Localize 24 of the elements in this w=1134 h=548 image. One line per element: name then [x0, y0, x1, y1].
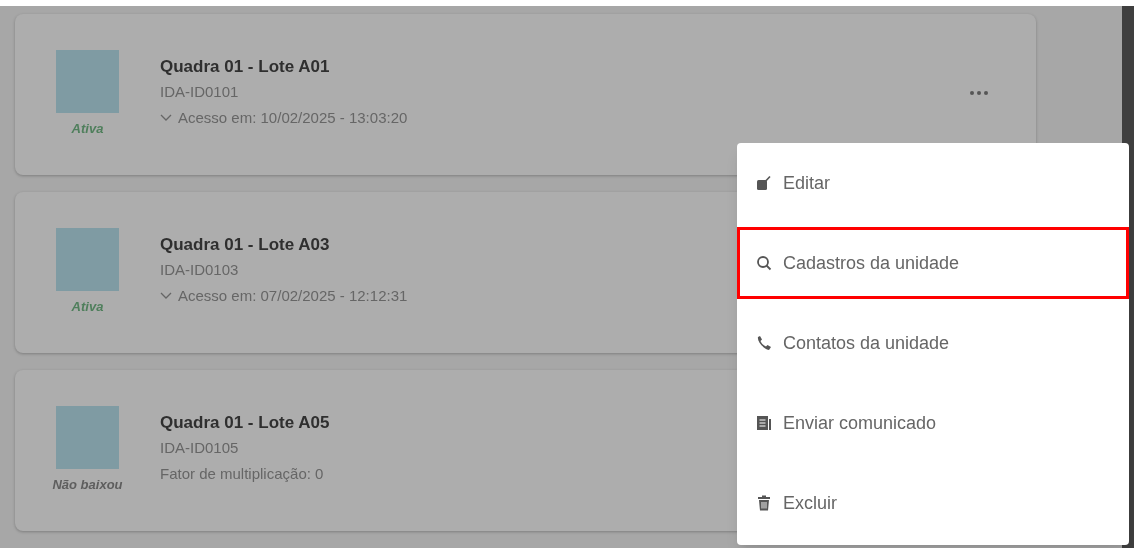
- access-time: Acesso em: 10/02/2025 - 13:03:20: [178, 108, 408, 128]
- unit-thumbnail: [56, 406, 119, 469]
- unit-thumbnail: [56, 228, 119, 291]
- status-label: Ativa: [71, 298, 104, 316]
- chevron-down-icon[interactable]: [160, 292, 172, 300]
- status-label: Não baixou: [52, 476, 123, 494]
- unit-code: IDA-ID0103: [160, 260, 240, 280]
- phone-icon: [756, 335, 772, 351]
- document-icon: [756, 415, 772, 431]
- access-time: Acesso em: 07/02/2025 - 12:12:31: [178, 286, 408, 306]
- multiplier-text: Fator de multiplicação: 0: [160, 464, 324, 484]
- unit-title: Quadra 01 - Lote A05: [160, 412, 330, 434]
- unit-card[interactable]: Ativa Quadra 01 - Lote A01 IDA-ID0101 Acesso em: 10/02/2025 - 13:03:20: [15, 14, 1036, 175]
- search-icon: [756, 255, 772, 271]
- unit-thumbnail: [56, 50, 119, 113]
- unit-title: Quadra 01 - Lote A01: [160, 56, 331, 78]
- unit-title: Quadra 01 - Lote A03: [160, 234, 331, 256]
- menu-item[interactable]: Cadastros da unidade: [737, 227, 1129, 299]
- status-label: Ativa: [71, 120, 104, 138]
- unit-code: IDA-ID0101: [160, 82, 240, 102]
- chevron-down-icon[interactable]: [160, 114, 172, 122]
- edit-icon: [756, 175, 772, 191]
- unit-code: IDA-ID0105: [160, 438, 240, 458]
- trash-icon: [756, 495, 772, 511]
